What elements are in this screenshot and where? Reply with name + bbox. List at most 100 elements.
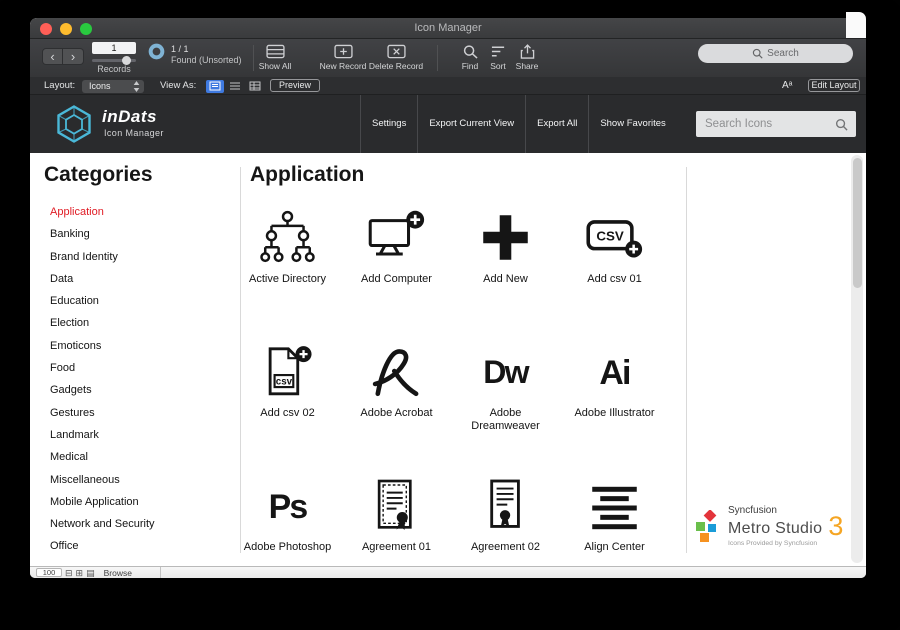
- nav-settings[interactable]: Settings: [360, 95, 417, 153]
- syncfusion-text-block: Syncfusion Metro Studio 3 Icons Provided…: [728, 505, 843, 547]
- category-item-gestures[interactable]: Gestures: [30, 402, 230, 424]
- preview-button[interactable]: Preview: [270, 79, 320, 92]
- categories-heading: Categories: [44, 163, 153, 186]
- scrollbar-thumb[interactable]: [852, 158, 862, 288]
- status-bar: 100 ⊟ ⊞ ▤ Browse: [30, 566, 866, 578]
- category-item-education[interactable]: Education: [30, 290, 230, 312]
- found-set-summary: 1 / 1 Found (Unsorted): [171, 44, 242, 65]
- category-item-brand-identity[interactable]: Brand Identity: [30, 246, 230, 268]
- syncfusion-logo-icon: [693, 509, 723, 544]
- share-button[interactable]: Share: [507, 43, 547, 71]
- new-record-icon: [333, 43, 353, 59]
- icon-tile-align-center[interactable]: Align Center: [560, 471, 669, 578]
- svg-text:Ai: Ai: [599, 353, 629, 391]
- agreement-01-icon: [361, 471, 433, 539]
- layout-popup-value: Icons: [89, 81, 111, 91]
- app-logo-subtitle: Icon Manager: [104, 128, 164, 138]
- icon-tile-add-csv-02[interactable]: csv Add csv 02: [233, 337, 342, 471]
- minimize-window-button[interactable]: [60, 22, 72, 35]
- category-item-gadgets[interactable]: Gadgets: [30, 379, 230, 401]
- category-item-emoticons[interactable]: Emoticons: [30, 335, 230, 357]
- toolbar-search-field[interactable]: Search: [698, 44, 853, 63]
- record-number-field[interactable]: 1: [92, 42, 136, 54]
- category-item-landmark[interactable]: Landmark: [30, 424, 230, 446]
- title-bar: Icon Manager: [30, 18, 866, 39]
- icon-tile-agreement-01[interactable]: Agreement 01: [342, 471, 451, 578]
- nav-export-all[interactable]: Export All: [525, 95, 588, 153]
- category-item-banking[interactable]: Banking: [30, 223, 230, 245]
- vertical-scrollbar[interactable]: [851, 155, 863, 563]
- list-view-icon: [229, 81, 241, 91]
- category-item-office[interactable]: Office: [30, 535, 230, 557]
- new-record-button[interactable]: New Record: [315, 43, 371, 71]
- popup-arrows-icon: [133, 80, 144, 92]
- nav-export-current-view[interactable]: Export Current View: [417, 95, 525, 153]
- view-as-label: View As:: [160, 80, 197, 91]
- category-item-data[interactable]: Data: [30, 268, 230, 290]
- next-record-button[interactable]: ›: [63, 48, 84, 65]
- svg-text:CSV: CSV: [596, 228, 624, 243]
- layout-bar: Layout: Icons View As: Preview Aᵃ Edit L…: [30, 77, 866, 95]
- show-all-label: Show All: [258, 61, 292, 71]
- icon-tile-adobe-acrobat[interactable]: Adobe Acrobat: [342, 337, 451, 471]
- category-item-application[interactable]: Application: [30, 201, 230, 223]
- icon-tile-active-directory[interactable]: Active Directory: [233, 203, 342, 337]
- share-label: Share: [515, 61, 539, 71]
- category-item-network-and-security[interactable]: Network and Security: [30, 513, 230, 535]
- category-item-food[interactable]: Food: [30, 357, 230, 379]
- adobe-illustrator-icon: Ai: [579, 337, 651, 405]
- status-bar-divider: [159, 566, 161, 578]
- edit-layout-button[interactable]: Edit Layout: [808, 79, 860, 92]
- icon-tile-add-csv-01[interactable]: CSV Add csv 01: [560, 203, 669, 337]
- icon-tile-add-computer[interactable]: Add Computer: [342, 203, 451, 337]
- category-list: Application Banking Brand Identity Data Educ…: [30, 201, 230, 558]
- layout-popup[interactable]: Icons: [82, 79, 144, 93]
- delete-record-button[interactable]: Delete Record: [366, 43, 426, 71]
- add-csv-01-icon: CSV: [579, 203, 651, 271]
- view-form-button[interactable]: [206, 79, 224, 93]
- zoom-in-button[interactable]: ⊞: [76, 568, 84, 578]
- icon-tile-adobe-dreamweaver[interactable]: Dw Adobe Dreamweaver: [451, 337, 560, 471]
- found-status: Found (Unsorted): [171, 55, 242, 65]
- view-table-button[interactable]: [246, 80, 264, 93]
- adobe-dreamweaver-icon: Dw: [470, 337, 542, 405]
- icon-label: Agreement 01: [361, 541, 432, 553]
- icon-tile-add-new[interactable]: Add New: [451, 203, 560, 337]
- record-slider[interactable]: [92, 56, 136, 65]
- table-view-icon: [249, 81, 261, 91]
- active-directory-icon: [252, 203, 324, 271]
- show-all-button[interactable]: Show All: [247, 43, 303, 71]
- status-toolbar-toggle-icon[interactable]: ▤: [86, 568, 95, 578]
- header-nav: Settings Export Current View Export All …: [360, 95, 677, 153]
- category-item-medical[interactable]: Medical: [30, 446, 230, 468]
- svg-text:Dw: Dw: [483, 354, 529, 390]
- category-item-miscellaneous[interactable]: Miscellaneous: [30, 469, 230, 491]
- filemaker-toolbar: ‹ › 1 Records 1 / 1 Found (Unsorted) Sho…: [30, 39, 866, 77]
- search-icon[interactable]: [835, 118, 856, 131]
- mode-selector[interactable]: Browse: [104, 568, 132, 578]
- close-window-button[interactable]: [40, 22, 52, 35]
- syncfusion-branding: Syncfusion Metro Studio 3 Icons Provided…: [693, 505, 861, 547]
- zoom-window-button[interactable]: [80, 22, 92, 35]
- icon-search-field[interactable]: Search Icons: [696, 111, 856, 137]
- nav-show-favorites[interactable]: Show Favorites: [588, 95, 676, 153]
- icon-tile-agreement-02[interactable]: Agreement 02: [451, 471, 560, 578]
- view-list-button[interactable]: [226, 80, 244, 93]
- formatting-bar-icon[interactable]: Aᵃ: [782, 77, 792, 95]
- zoom-level-field[interactable]: 100: [36, 568, 62, 577]
- category-item-mobile-application[interactable]: Mobile Application: [30, 491, 230, 513]
- syncfusion-company: Syncfusion: [728, 505, 777, 516]
- icon-label: Adobe Acrobat: [360, 407, 433, 419]
- icon-label: Align Center: [584, 541, 645, 553]
- icon-label: Adobe Dreamweaver: [471, 407, 540, 433]
- view-as-buttons: [206, 79, 264, 93]
- category-item-election[interactable]: Election: [30, 312, 230, 334]
- zoom-out-button[interactable]: ⊟: [65, 568, 73, 578]
- icon-tile-adobe-illustrator[interactable]: Ai Adobe Illustrator: [560, 337, 669, 471]
- found-set-pie-icon[interactable]: [148, 43, 165, 60]
- add-computer-icon: [361, 203, 433, 271]
- previous-record-button[interactable]: ‹: [42, 48, 63, 65]
- found-count: 1 / 1: [171, 44, 189, 54]
- add-csv-02-icon: csv: [252, 337, 324, 405]
- icon-tile-adobe-photoshop[interactable]: Ps Adobe Photoshop: [233, 471, 342, 578]
